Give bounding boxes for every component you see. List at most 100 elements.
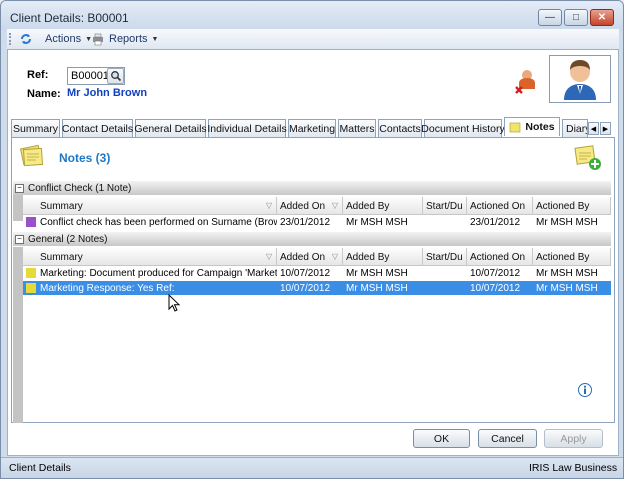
tab-strip: Summary Contact Details General Details … — [11, 117, 615, 137]
cell-added-on: 23/01/2012 — [280, 216, 331, 228]
cell-actioned-by: Mr MSH MSH — [536, 282, 598, 294]
table-row[interactable]: Conflict check has been performed on Sur… — [23, 215, 611, 229]
cancel-button[interactable]: Cancel — [478, 429, 537, 448]
group-conflict-check[interactable]: − Conflict Check (1 Note) — [13, 181, 611, 195]
tab-summary[interactable]: Summary — [11, 119, 60, 137]
note-color-marker — [26, 268, 36, 278]
cell-actioned-by: Mr MSH MSH — [536, 216, 598, 228]
minimize-button[interactable]: — — [538, 9, 562, 26]
tab-label: Individual Details — [207, 122, 287, 135]
cell-actioned-by: Mr MSH MSH — [536, 267, 598, 279]
col-actioned-by[interactable]: Actioned By — [533, 248, 611, 266]
cancel-label: Cancel — [491, 432, 524, 445]
tab-document-history[interactable]: Document History — [421, 119, 505, 137]
collapse-icon[interactable]: − — [15, 183, 24, 193]
search-icon — [110, 71, 121, 82]
col-label: Added On — [280, 200, 326, 212]
cell-added-by: Mr MSH MSH — [346, 216, 408, 228]
col-label: Added By — [346, 200, 390, 212]
cell-actioned-on: 10/07/2012 — [470, 267, 521, 279]
maximize-button[interactable]: □ — [564, 9, 588, 26]
info-icon[interactable] — [577, 382, 593, 401]
status-right: IRIS Law Business — [529, 462, 618, 474]
ok-button[interactable]: OK — [413, 429, 470, 448]
table-row-selected[interactable]: Marketing Response: Yes Ref: 10/07/2012 … — [23, 281, 611, 295]
col-label: Summary — [40, 251, 83, 263]
col-label: Start/Du — [426, 251, 463, 263]
tab-label: Contact Details — [61, 122, 134, 135]
contact-person-icon[interactable] — [513, 67, 541, 95]
tab-general-details[interactable]: General Details — [134, 119, 207, 137]
col-summary[interactable]: Summary ▽ — [37, 248, 277, 266]
tab-scroll-left[interactable]: ◀ — [588, 122, 599, 135]
col-added-by[interactable]: Added By — [343, 197, 423, 215]
group-general[interactable]: − General (2 Notes) — [13, 232, 611, 246]
filter-icon[interactable]: ▽ — [332, 201, 338, 210]
note-color-marker — [26, 283, 36, 293]
collapse-icon[interactable]: − — [15, 234, 24, 244]
cell-actioned-on: 10/07/2012 — [470, 282, 521, 294]
tab-notes[interactable]: Notes — [504, 117, 560, 136]
title-bar[interactable]: Client Details: B00001 — □ ✕ — [1, 1, 623, 31]
add-note-icon — [574, 145, 601, 170]
tab-contact-details[interactable]: Contact Details — [62, 119, 133, 137]
col-actioned-on[interactable]: Actioned On — [467, 248, 533, 266]
tab-label: General Details — [134, 122, 207, 135]
col-summary[interactable]: Summary ▽ — [37, 197, 277, 215]
group-indent — [13, 195, 23, 221]
tab-marketing[interactable]: Marketing — [288, 119, 336, 137]
close-button[interactable]: ✕ — [590, 9, 614, 26]
cell-start-due — [423, 215, 467, 229]
cell-added-by: Mr MSH MSH — [346, 282, 408, 294]
group-indent — [13, 247, 23, 423]
actions-label: Actions — [45, 33, 82, 45]
grid-header: Summary ▽ Added On ▽ Added By Start/Du Act… — [23, 248, 611, 266]
maximize-icon: □ — [572, 12, 580, 23]
filter-icon[interactable]: ▽ — [266, 201, 272, 210]
ref-search-button[interactable] — [107, 68, 124, 84]
col-label: Added By — [346, 251, 390, 263]
tab-contacts[interactable]: Contacts — [378, 119, 422, 137]
notes-tab-body — [11, 137, 615, 423]
col-label: Actioned On — [470, 200, 526, 212]
tab-diary[interactable]: Diary — [562, 119, 588, 137]
col-added-on[interactable]: Added On ▽ — [277, 248, 343, 266]
tab-matters[interactable]: Matters — [338, 119, 376, 137]
filter-icon[interactable]: ▽ — [332, 252, 338, 261]
add-note-button[interactable] — [573, 144, 603, 172]
tab-scroll-right[interactable]: ▶ — [600, 122, 611, 135]
cell-actioned-on: 23/01/2012 — [470, 216, 521, 228]
col-label: Actioned On — [470, 251, 526, 263]
tab-individual-details[interactable]: Individual Details — [207, 119, 287, 137]
chevron-left-icon: ◀ — [590, 125, 597, 133]
status-bar: Client Details IRIS Law Business — [1, 457, 623, 478]
toolbar-grip[interactable] — [9, 33, 12, 45]
reports-label: Reports — [109, 33, 148, 45]
col-added-by[interactable]: Added By — [343, 248, 423, 266]
client-avatar — [549, 55, 611, 103]
actions-menu[interactable]: Actions ▼ — [19, 32, 92, 46]
tab-label: Diary — [566, 122, 587, 135]
col-label: Actioned By — [536, 251, 590, 263]
cell-added-on: 10/07/2012 — [280, 282, 331, 294]
chevron-right-icon: ▶ — [602, 125, 609, 133]
cell-added-by: Mr MSH MSH — [346, 267, 408, 279]
col-actioned-by[interactable]: Actioned By — [533, 197, 611, 215]
client-name: Mr John Brown — [67, 87, 148, 99]
col-added-on[interactable]: Added On ▽ — [277, 197, 343, 215]
filter-icon[interactable]: ▽ — [266, 252, 272, 261]
notes-icon — [18, 141, 46, 169]
col-start-due[interactable]: Start/Du — [423, 248, 467, 266]
person-icon — [564, 60, 596, 100]
table-row[interactable]: Marketing: Document produced for Campaig… — [23, 266, 611, 280]
close-icon: ✕ — [597, 12, 607, 23]
tab-label: Marketing — [288, 122, 336, 135]
mouse-cursor-icon — [168, 293, 181, 315]
cell-added-on: 10/07/2012 — [280, 267, 331, 279]
reports-menu[interactable]: Reports ▼ — [91, 32, 158, 46]
col-start-due[interactable]: Start/Du — [423, 197, 467, 215]
refresh-icon — [21, 34, 31, 44]
col-actioned-on[interactable]: Actioned On — [467, 197, 533, 215]
apply-label: Apply — [560, 432, 587, 445]
apply-button[interactable]: Apply — [544, 429, 603, 448]
